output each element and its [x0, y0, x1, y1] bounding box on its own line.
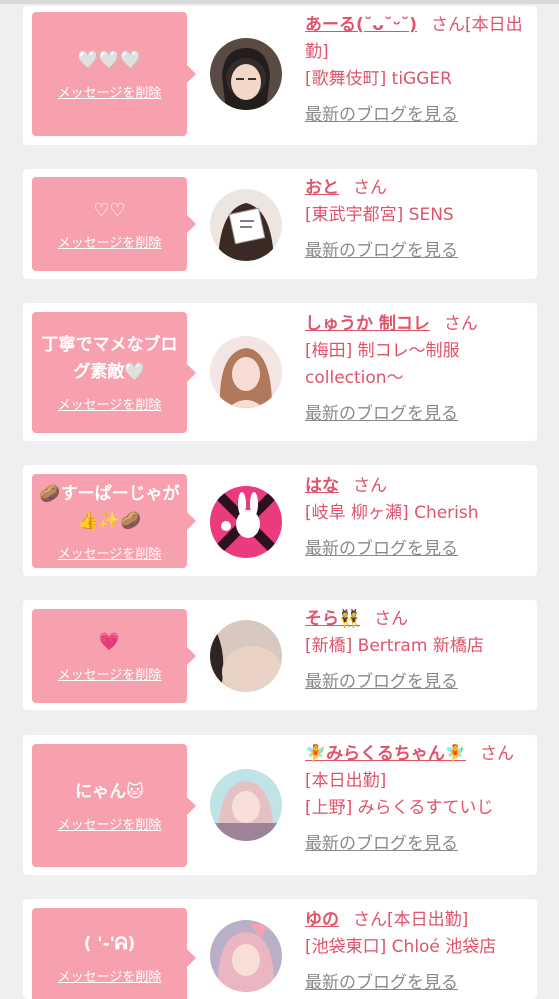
work-status: [本日出勤] [387, 910, 469, 930]
shop-name: [池袋東口] Chloé 池袋店 [305, 937, 497, 957]
shop-name: [新橋] Bertram 新橋店 [305, 636, 484, 656]
honorific: さん [480, 744, 514, 764]
shop-name: [上野] みらくるすていじ [305, 798, 494, 818]
top-divider [0, 0, 559, 4]
message-bubble: 丁寧でマメなブログ素敵🤍 メッセージを削除 [32, 312, 196, 433]
delete-message-link[interactable]: メッセージを削除 [58, 664, 162, 683]
cast-name-link[interactable]: しゅうか 制コレ [305, 314, 430, 334]
message-card: 🥔すーぱーじゃが👍✨🥔 メッセージを削除 はな さん [岐阜 柳ヶ瀬] Cheri… [23, 465, 537, 576]
message-card: 丁寧でマメなブログ素敵🤍 メッセージを削除 しゅうか 制コレ さん [梅田] 制コ… [23, 303, 537, 441]
cast-name-link[interactable]: ゆの [305, 910, 339, 930]
message-card: 💗 メッセージを削除 そら👯 さん [新橋] Bertram 新橋店 最新のブログ… [23, 600, 537, 710]
message-text: にゃん🐱 [75, 781, 144, 802]
message-bubble: 💗 メッセージを削除 [32, 609, 196, 703]
honorific: さん [353, 476, 387, 496]
message-bubble: 🤍🤍🤍 メッセージを削除 [32, 12, 196, 136]
cast-name-link[interactable]: あーる(˘ᴗ˘ᵕ˘) [305, 15, 417, 35]
cast-info: はな さん [岐阜 柳ヶ瀬] Cherish 最新のブログを見る [305, 473, 530, 563]
avatar[interactable] [210, 620, 282, 692]
message-text: 🥔すーぱーじゃが👍✨🥔 [39, 483, 180, 531]
avatar[interactable] [210, 38, 282, 110]
honorific: さん [443, 314, 478, 334]
honorific: さん [353, 910, 387, 930]
delete-message-link[interactable]: メッセージを削除 [58, 232, 162, 251]
message-text: ( '-'ᕱ) [83, 934, 136, 954]
avatar[interactable] [210, 920, 282, 992]
message-bubble: ♡♡ メッセージを削除 [32, 177, 196, 271]
latest-blog-link[interactable]: 最新のブログを見る [305, 401, 530, 428]
cast-name-link[interactable]: 🧚みらくるちゃん🧚 [305, 744, 466, 764]
honorific: さん [431, 15, 466, 35]
delete-message-link[interactable]: メッセージを削除 [58, 814, 162, 833]
latest-blog-link[interactable]: 最新のブログを見る [305, 536, 530, 563]
cast-name-link[interactable]: おと [305, 178, 339, 198]
cast-info: おと さん [東武宇都宮] SENS 最新のブログを見る [305, 175, 530, 265]
cast-name-link[interactable]: そら👯 [305, 609, 360, 629]
latest-blog-link[interactable]: 最新のブログを見る [305, 970, 530, 997]
shop-name: [歌舞伎町] tiGGER [305, 69, 452, 89]
message-card: ( '-'ᕱ) メッセージを削除 ゆの さん[本日出勤] [池袋東口] Chloé… [23, 899, 537, 999]
cast-info: しゅうか 制コレ さん [梅田] 制コレ〜制服collection〜 最新のブログ… [305, 311, 530, 428]
cast-info: あーる(˘ᴗ˘ᵕ˘) さん[本日出勤] [歌舞伎町] tiGGER 最新のブログを… [305, 12, 530, 129]
latest-blog-link[interactable]: 最新のブログを見る [305, 238, 530, 265]
honorific: さん [353, 178, 387, 198]
latest-blog-link[interactable]: 最新のブログを見る [305, 831, 530, 858]
cast-info: 🧚みらくるちゃん🧚 さん [本日出勤] [上野] みらくるすていじ 最新のブログを見… [305, 741, 530, 858]
message-bubble: 🥔すーぱーじゃが👍✨🥔 メッセージを削除 [32, 474, 196, 568]
message-bubble: ( '-'ᕱ) メッセージを削除 [32, 908, 196, 999]
message-text: 丁寧でマメなブログ素敵🤍 [41, 335, 178, 382]
delete-message-link[interactable]: メッセージを削除 [58, 543, 162, 562]
message-text: 💗 [98, 632, 121, 652]
message-card: 🤍🤍🤍 メッセージを削除 あーる(˘ᴗ˘ᵕ˘) さん[本日出勤] [歌舞伎町] t… [23, 6, 537, 145]
latest-blog-link[interactable]: 最新のブログを見る [305, 669, 530, 696]
avatar[interactable] [210, 769, 282, 841]
shop-name: [梅田] 制コレ〜制服collection〜 [305, 341, 460, 388]
cast-info: ゆの さん[本日出勤] [池袋東口] Chloé 池袋店 最新のブログを見る [305, 907, 530, 997]
cast-info: そら👯 さん [新橋] Bertram 新橋店 最新のブログを見る [305, 606, 530, 696]
message-bubble: にゃん🐱 メッセージを削除 [32, 744, 196, 867]
message-text: ♡♡ [93, 200, 126, 221]
avatar[interactable] [210, 189, 282, 261]
message-card: ♡♡ メッセージを削除 おと さん [東武宇都宮] SENS 最新のブログを見る [23, 169, 537, 279]
shop-name: [岐阜 柳ヶ瀬] Cherish [305, 503, 479, 523]
honorific: さん [374, 609, 409, 629]
message-card: にゃん🐱 メッセージを削除 🧚みらくるちゃん🧚 さん [本日出勤] [上野] みらく… [23, 735, 537, 875]
delete-message-link[interactable]: メッセージを削除 [58, 394, 162, 413]
delete-message-link[interactable]: メッセージを削除 [58, 966, 162, 985]
avatar[interactable] [210, 336, 282, 408]
avatar[interactable] [210, 486, 282, 558]
latest-blog-link[interactable]: 最新のブログを見る [305, 102, 530, 129]
message-text: 🤍🤍🤍 [77, 50, 142, 70]
shop-name: [東武宇都宮] SENS [305, 205, 454, 225]
delete-message-link[interactable]: メッセージを削除 [58, 82, 162, 101]
cast-name-link[interactable]: はな [305, 476, 339, 496]
work-status: [本日出勤] [305, 771, 387, 791]
